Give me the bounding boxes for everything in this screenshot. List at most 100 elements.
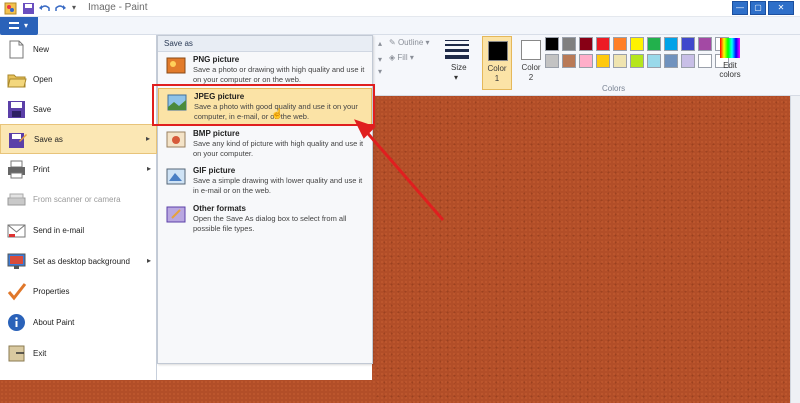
palette-swatch[interactable]: [647, 37, 661, 51]
palette-swatch[interactable]: [664, 54, 678, 68]
close-button[interactable]: ✕: [768, 1, 794, 15]
email-icon: [7, 224, 26, 238]
save-as-bmp-option[interactable]: BMP picture Save any kind of picture wit…: [158, 126, 372, 163]
outline-button[interactable]: ✎ Outline ▾: [389, 38, 430, 47]
scanner-icon: [7, 193, 26, 206]
desktop-icon: [7, 253, 26, 269]
png-desc: Save a photo or drawing with high qualit…: [193, 65, 365, 84]
mouse-cursor-icon: ☝: [271, 109, 284, 120]
menu-item-save-as[interactable]: Save as ▸: [0, 124, 157, 154]
file-menu-button[interactable]: ▾: [0, 17, 38, 35]
palette-swatch[interactable]: [562, 54, 576, 68]
save-as-icon: [9, 133, 27, 148]
menu-item-properties[interactable]: Properties: [0, 277, 157, 307]
drawing-canvas-bottom[interactable]: [0, 380, 372, 403]
other-formats-title: Other formats: [193, 204, 246, 213]
menu-label-send-email: Send in e-mail: [33, 226, 85, 235]
other-formats-desc: Open the Save As dialog box to select fr…: [193, 214, 347, 233]
chevron-down-icon: ▾: [24, 21, 29, 30]
outline-arrow-icon: ▴: [378, 39, 383, 48]
palette-swatch[interactable]: [579, 37, 593, 51]
colors-group-label: Colors: [602, 84, 626, 93]
edit-colors-button[interactable]: Edit colors: [715, 36, 745, 90]
edit-colors-label: Edit: [723, 61, 737, 70]
bmp-desc: Save any kind of picture with high quali…: [193, 139, 364, 158]
palette-swatch[interactable]: [630, 54, 644, 68]
png-title: PNG picture: [193, 55, 240, 64]
color-spectrum-icon: [720, 38, 740, 58]
submenu-arrow-icon: ▸: [146, 256, 151, 265]
color2-button[interactable]: Color 2: [516, 36, 546, 90]
redo-icon[interactable]: [54, 2, 67, 15]
quick-save-icon[interactable]: [22, 2, 35, 15]
vertical-scrollbar[interactable]: [790, 96, 800, 403]
palette-swatch[interactable]: [579, 54, 593, 68]
palette-swatch[interactable]: [613, 37, 627, 51]
undo-icon[interactable]: [38, 2, 51, 15]
bmp-title: BMP picture: [193, 129, 240, 138]
ribbon-panel: ▴ ▾ ▾ ✎ Outline ▾ ◈ Fill ▾ Size ▾ Color …: [372, 35, 800, 96]
palette-swatch[interactable]: [681, 54, 695, 68]
ribbon-tab-row: ▾: [0, 17, 800, 35]
fill-arrow-icon: ▾: [378, 55, 383, 64]
menu-item-exit[interactable]: Exit: [0, 339, 157, 369]
menu-label-save: Save: [33, 105, 52, 114]
fill-button[interactable]: ◈ Fill ▾: [389, 53, 414, 62]
palette-swatch[interactable]: [647, 54, 661, 68]
color2-number: 2: [528, 73, 534, 82]
edit-colors-label-2: colors: [719, 70, 741, 79]
size-chevron-icon: ▾: [454, 73, 459, 82]
customize-toolbar-arrow-icon[interactable]: ▾: [72, 3, 76, 12]
menu-item-save[interactable]: Save: [0, 95, 157, 125]
color1-button[interactable]: Color 1: [482, 36, 512, 90]
gif-icon: [166, 168, 186, 185]
submenu-arrow-icon: ▸: [145, 134, 150, 143]
menu-item-desktop-background[interactable]: Set as desktop background ▸: [0, 247, 157, 277]
palette-swatch[interactable]: [698, 54, 712, 68]
palette-swatch[interactable]: [596, 54, 610, 68]
size-label[interactable]: Size: [451, 63, 467, 72]
submenu-header-label: Save as: [164, 39, 193, 48]
title-bar: ▾ Image - Paint — ▢ ✕: [0, 0, 800, 17]
menu-item-open[interactable]: Open: [0, 65, 157, 95]
menu-item-new[interactable]: New: [0, 35, 157, 65]
menu-label-open: Open: [33, 75, 53, 84]
menu-label-properties: Properties: [33, 287, 70, 296]
size-lines-icon[interactable]: [445, 40, 469, 60]
palette-swatch[interactable]: [596, 37, 610, 51]
palette-swatch[interactable]: [630, 37, 644, 51]
color2-swatch: [521, 40, 541, 60]
save-as-gif-option[interactable]: GIF picture Save a simple drawing with l…: [158, 163, 372, 200]
annotation-highlight-box: [152, 84, 375, 126]
window-controls: — ▢ ✕: [732, 1, 794, 15]
open-folder-icon: [7, 74, 27, 88]
menu-label-new: New: [33, 45, 50, 54]
other-formats-icon: [166, 206, 186, 223]
menu-label-from-scanner: From scanner or camera: [33, 195, 121, 204]
palette-swatch[interactable]: [545, 54, 559, 68]
palette-swatch[interactable]: [613, 54, 627, 68]
menu-label-about: About Paint: [33, 318, 75, 327]
checkmark-icon: [7, 283, 27, 301]
palette-swatch[interactable]: [698, 37, 712, 51]
menu-item-about[interactable]: About Paint: [0, 308, 157, 338]
menu-item-print[interactable]: Print ▸: [0, 155, 157, 185]
minimize-button[interactable]: —: [732, 1, 748, 15]
floppy-disk-icon: [8, 101, 25, 118]
menu-lines-icon: [9, 22, 19, 29]
file-menu: New Open Save Save as ▸ Print ▸ From sca…: [0, 35, 157, 380]
png-icon: [166, 57, 186, 74]
menu-label-save-as: Save as: [34, 135, 63, 144]
printer-icon: [8, 160, 25, 179]
palette-swatch[interactable]: [681, 37, 695, 51]
palette-swatch[interactable]: [562, 37, 576, 51]
annotation-arrow: [354, 119, 445, 221]
more-shapes-arrow-icon[interactable]: ▾: [378, 67, 382, 76]
palette-swatch[interactable]: [545, 37, 559, 51]
menu-label-exit: Exit: [33, 349, 47, 358]
maximize-button[interactable]: ▢: [750, 1, 766, 15]
save-as-other-formats-option[interactable]: Other formats Open the Save As dialog bo…: [158, 201, 372, 238]
palette-swatch[interactable]: [664, 37, 678, 51]
menu-item-send-email[interactable]: Send in e-mail: [0, 216, 157, 246]
gif-desc: Save a simple drawing with lower quality…: [193, 176, 363, 195]
